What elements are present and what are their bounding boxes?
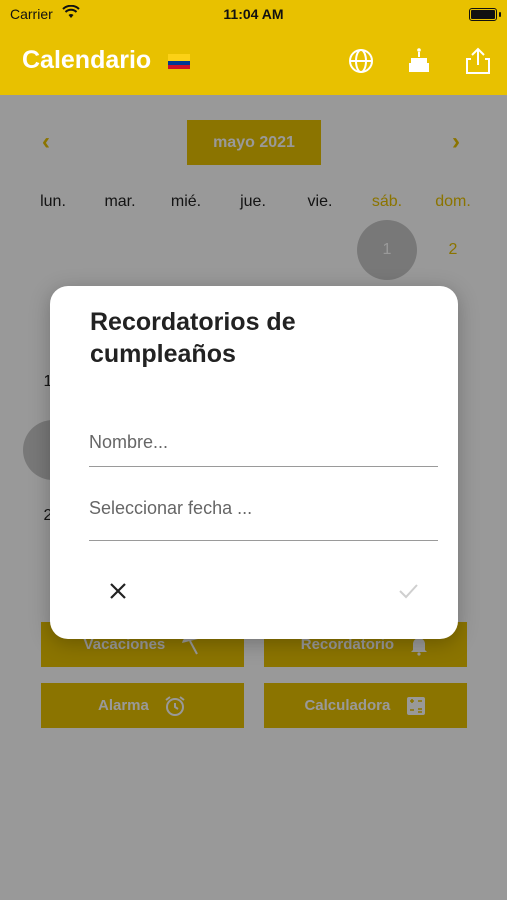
name-input[interactable] xyxy=(89,424,438,460)
navigation-bar: Calendario xyxy=(0,28,507,95)
birthday-cake-icon[interactable] xyxy=(403,45,435,77)
colombia-flag-icon xyxy=(168,54,190,69)
battery-tip xyxy=(499,12,501,17)
check-icon[interactable] xyxy=(396,579,420,603)
share-icon[interactable] xyxy=(462,45,494,77)
close-icon[interactable] xyxy=(106,579,130,603)
globe-icon[interactable] xyxy=(345,45,377,77)
date-field[interactable]: Seleccionar fecha ... xyxy=(89,490,438,541)
clock: 11:04 AM xyxy=(223,6,284,22)
battery-icon xyxy=(469,8,497,21)
date-selector[interactable]: Seleccionar fecha ... xyxy=(89,498,252,519)
status-bar: Carrier 11:04 AM xyxy=(0,0,507,28)
dialog-title: Recordatorios de cumpleaños xyxy=(90,308,296,368)
birthday-reminder-dialog: Recordatorios de cumpleaños Seleccionar … xyxy=(50,286,458,639)
app-title: Calendario xyxy=(22,46,152,74)
name-field[interactable] xyxy=(89,416,438,467)
